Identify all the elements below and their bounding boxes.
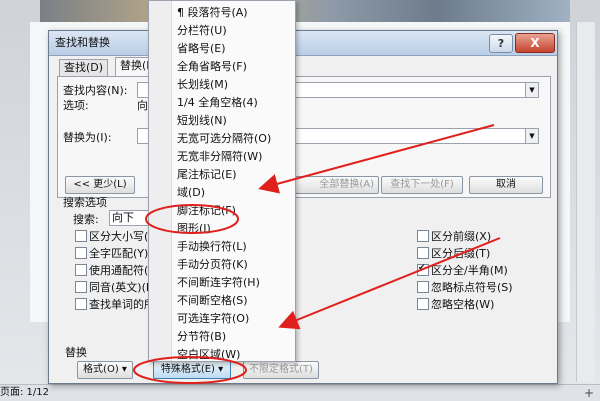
menu-item-manual-line-break[interactable]: 手动换行符(L) bbox=[177, 238, 247, 254]
no-formatting-button[interactable]: 不限定格式(T) bbox=[243, 361, 319, 379]
menu-item-field[interactable]: 域(D) bbox=[177, 184, 205, 200]
format-button[interactable]: 格式(O) ▾ bbox=[77, 361, 133, 379]
wildcards-label: 使用通配符(U bbox=[89, 264, 157, 277]
ignore-punctuation-checkbox[interactable] bbox=[417, 281, 429, 293]
help-button[interactable]: ? bbox=[489, 34, 513, 53]
menu-item-ellipsis[interactable]: 省略号(E) bbox=[177, 40, 226, 56]
special-format-button[interactable]: 特殊格式(E) ▾ bbox=[153, 361, 231, 379]
find-history-dropdown[interactable]: ▼ bbox=[525, 83, 538, 97]
replace-all-button[interactable]: 全部替换(A) bbox=[295, 176, 379, 194]
status-bar: 页面: 1/12 + bbox=[0, 384, 600, 401]
search-direction-label: 搜索: bbox=[73, 213, 99, 226]
whole-word-checkbox[interactable] bbox=[75, 247, 87, 259]
sounds-like-checkbox[interactable] bbox=[75, 281, 87, 293]
match-suffix-checkbox[interactable] bbox=[417, 247, 429, 259]
find-next-button[interactable]: 查找下一处(F) bbox=[381, 176, 463, 194]
match-width-checkbox[interactable] bbox=[417, 263, 429, 276]
menu-item-footnote-mark[interactable]: 脚注标记(F) bbox=[177, 202, 236, 218]
menu-item-zero-width-non-break[interactable]: 无宽非分隔符(W) bbox=[177, 148, 262, 164]
close-button[interactable]: X bbox=[515, 33, 555, 53]
replace-section-title: 替换 bbox=[65, 346, 87, 359]
menu-item-optional-hyphen[interactable]: 可选连字符(O) bbox=[177, 310, 249, 326]
vertical-scrollbar[interactable] bbox=[576, 22, 595, 382]
dialog-title: 查找和替换 bbox=[55, 36, 110, 49]
match-prefix-checkbox[interactable] bbox=[417, 230, 429, 242]
special-format-menu: ¶ 段落符号(A) 分栏符(U) 省略号(E) 全角省略号(F) 长划线(M) … bbox=[148, 0, 296, 362]
dialog-titlebar[interactable]: 查找和替换 ? X bbox=[49, 31, 557, 56]
whole-word-label: 全字匹配(Y) bbox=[89, 247, 149, 260]
less-button[interactable]: << 更少(L) bbox=[65, 176, 135, 194]
search-direction-select[interactable]: 向下 bbox=[109, 210, 153, 226]
ignore-punctuation-label: 忽略标点符号(S) bbox=[431, 281, 513, 294]
ignore-space-label: 忽略空格(W) bbox=[431, 298, 495, 311]
header-image bbox=[40, 0, 570, 22]
tab-find[interactable]: 查找(D) bbox=[59, 59, 109, 76]
menu-item-graphic[interactable]: 图形(I) bbox=[177, 220, 211, 236]
all-word-forms-checkbox[interactable] bbox=[75, 298, 87, 310]
menu-item-en-dash[interactable]: 短划线(N) bbox=[177, 112, 227, 128]
menu-item-nonbreaking-space[interactable]: 不间断空格(S) bbox=[177, 292, 248, 308]
menu-item-em-dash[interactable]: 长划线(M) bbox=[177, 76, 228, 92]
menu-item-column-break[interactable]: 分栏符(U) bbox=[177, 22, 227, 38]
menu-item-paragraph-mark[interactable]: ¶ 段落符号(A) bbox=[177, 4, 248, 20]
menu-item-zero-width-optional-break[interactable]: 无宽可选分隔符(O) bbox=[177, 130, 271, 146]
replace-with-label: 替换为(I): bbox=[63, 131, 112, 144]
cancel-button[interactable]: 取消 bbox=[469, 176, 543, 194]
find-what-label: 查找内容(N): bbox=[63, 84, 128, 97]
match-case-label: 区分大小写(H bbox=[89, 230, 157, 243]
menu-item-nonbreaking-hyphen[interactable]: 不间断连字符(H) bbox=[177, 274, 260, 290]
match-width-label: 区分全/半角(M) bbox=[431, 264, 508, 277]
options-label: 选项: bbox=[63, 99, 89, 112]
search-options-title: 搜索选项 bbox=[63, 196, 107, 209]
menu-item-manual-page-break[interactable]: 手动分页符(K) bbox=[177, 256, 248, 272]
menu-item-quarter-em-space[interactable]: 1/4 全角空格(4) bbox=[177, 94, 258, 110]
menu-item-full-width-ellipsis[interactable]: 全角省略号(F) bbox=[177, 58, 247, 74]
all-word-forms-label: 查找单词的所 bbox=[89, 298, 155, 311]
menu-item-section-break[interactable]: 分节符(B) bbox=[177, 328, 226, 344]
match-suffix-label: 区分后缀(T) bbox=[431, 247, 491, 260]
menu-item-white-space[interactable]: 空白区域(W) bbox=[177, 346, 240, 362]
match-prefix-label: 区分前缀(X) bbox=[431, 230, 492, 243]
match-case-checkbox[interactable] bbox=[75, 230, 87, 242]
zoom-in-icon[interactable]: + bbox=[584, 385, 594, 401]
wildcards-checkbox[interactable] bbox=[75, 264, 87, 276]
sounds-like-label: 同音(英文)(K bbox=[89, 281, 154, 294]
replace-history-dropdown[interactable]: ▼ bbox=[525, 129, 538, 143]
page-indicator[interactable]: 页面: 1/12 bbox=[0, 385, 49, 401]
ignore-space-checkbox[interactable] bbox=[417, 298, 429, 310]
find-replace-dialog: 查找和替换 ? X 查找(D) 替换(P 查找内容(N): ▼ 选项: 向下 替… bbox=[48, 30, 558, 384]
menu-icon-gutter bbox=[149, 1, 172, 361]
menu-item-endnote-mark[interactable]: 尾注标记(E) bbox=[177, 166, 237, 182]
